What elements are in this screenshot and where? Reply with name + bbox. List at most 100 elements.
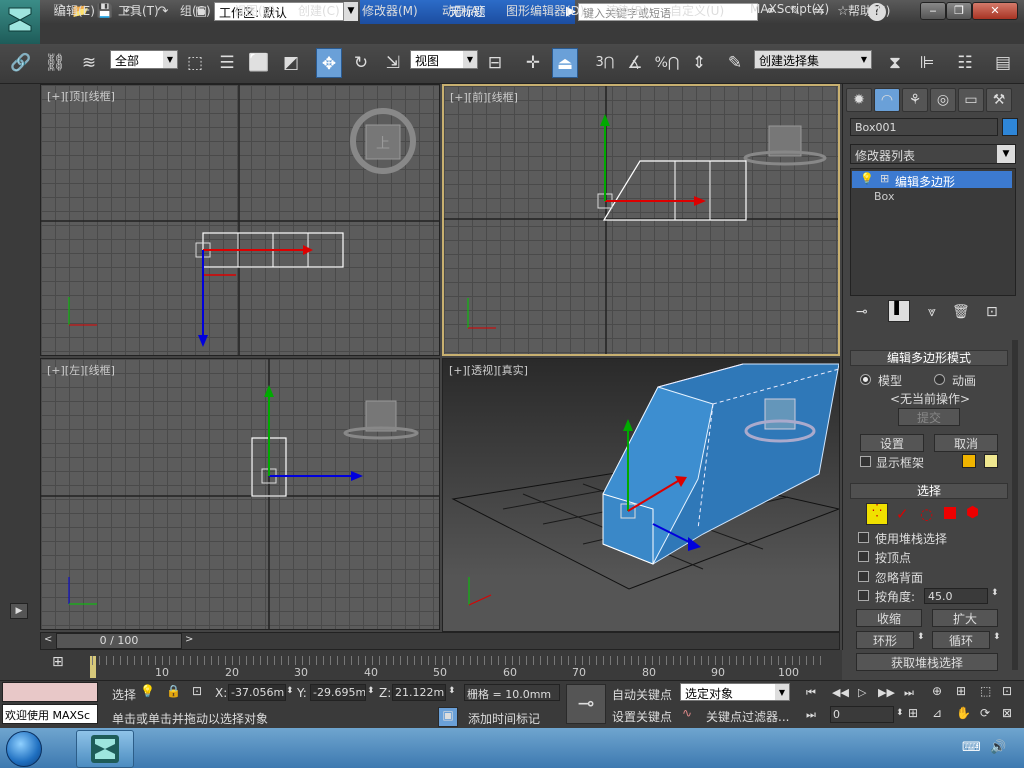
move-icon[interactable]: ✥ <box>316 48 342 78</box>
object-name-field[interactable]: Box001 <box>850 118 998 136</box>
modifier-list-dropdown[interactable]: 修改器列表 ▼ <box>850 144 1016 164</box>
maxscript-listener-top[interactable] <box>2 682 98 702</box>
maximize-button[interactable]: ❐ <box>946 2 972 20</box>
menu-group[interactable]: 组(G) <box>180 2 211 19</box>
loop-spinner-icon[interactable]: ⬍ <box>993 632 1001 642</box>
shrink-button[interactable]: 收缩 <box>856 609 922 627</box>
panel-scrollbar[interactable] <box>1012 340 1018 670</box>
menu-views[interactable]: 视图(V) <box>234 2 276 19</box>
orbit-icon[interactable]: ⟳ <box>980 706 990 720</box>
field-of-view-icon[interactable]: ⊿ <box>932 706 942 720</box>
zoom-extents-all-icon[interactable]: ⊡ <box>1002 684 1012 698</box>
selection-filter-dropdown[interactable]: 全部 ▼ <box>110 50 178 69</box>
go-to-end-icon[interactable]: ⏭ <box>904 686 914 700</box>
motion-tab-icon[interactable]: ◎ <box>930 88 956 112</box>
prev-frame-icon[interactable]: < <box>44 634 52 645</box>
taskbar-3dsmax-button[interactable] <box>76 730 134 768</box>
set-key-button[interactable]: 设置关键点 <box>612 708 672 725</box>
show-cage-checkbox[interactable] <box>860 456 871 467</box>
get-stack-selection-button[interactable]: 获取堆栈选择 <box>856 653 998 671</box>
named-selection-set-dropdown[interactable]: 创建选择集 ▼ <box>754 50 872 69</box>
select-by-name-icon[interactable]: ☰ <box>214 48 240 78</box>
border-mode-icon[interactable]: ◌ <box>920 505 933 523</box>
link-icon[interactable]: 🔗 <box>8 48 34 78</box>
selection-rollout[interactable]: 选择 <box>850 483 1008 499</box>
menu-customize[interactable]: 自定义(U) <box>670 2 724 19</box>
angle-spinner[interactable]: 45.0 <box>924 588 988 604</box>
auto-key-button[interactable]: 自动关键点 <box>612 686 672 703</box>
maxscript-listener[interactable]: 欢迎使用 MAXSc <box>2 704 98 724</box>
bulb-icon[interactable]: 💡 <box>860 172 874 185</box>
menu-create[interactable]: 创建(C) <box>298 2 340 19</box>
layer-manager-icon[interactable]: ☷ <box>952 48 978 78</box>
viewport-label[interactable]: [+][左][线框] <box>47 362 115 378</box>
spinner-arrows-icon[interactable]: ⬍ <box>286 686 294 696</box>
ring-button[interactable]: 环形 <box>856 631 914 649</box>
keyboard-shortcut-icon[interactable]: ⏏ <box>552 48 578 78</box>
ring-spinner-icon[interactable]: ⬍ <box>917 632 925 642</box>
stack-item-box[interactable]: Box <box>874 190 894 203</box>
spinner-arrows-icon[interactable]: ⬍ <box>367 686 375 696</box>
snap-toggle-icon[interactable]: 3⋂ <box>592 48 618 78</box>
percent-snap-icon[interactable]: %⋂ <box>654 48 680 78</box>
grow-button[interactable]: 扩大 <box>932 609 998 627</box>
add-time-tag-button[interactable]: 添加时间标记 <box>468 710 540 727</box>
viewport-perspective[interactable]: [+][透视][真实] <box>442 358 840 632</box>
frame-counter[interactable]: 0 / 100 <box>56 633 182 649</box>
make-unique-icon[interactable]: ⩔ <box>928 304 936 320</box>
zoom-extents-icon[interactable]: ⬚ <box>980 684 991 698</box>
close-button[interactable]: ✕ <box>972 2 1018 20</box>
menu-edit[interactable]: 编辑(E) <box>54 2 95 19</box>
create-tab-icon[interactable]: ✹ <box>846 88 872 112</box>
align-icon[interactable]: ⊫ <box>914 48 940 78</box>
rect-selection-icon[interactable]: ⬜ <box>246 48 272 78</box>
time-tag-icon[interactable]: ▣ <box>438 707 458 727</box>
viewport-label[interactable]: [+][前][线框] <box>450 89 518 105</box>
menu-help[interactable]: 帮助(H) <box>848 2 890 19</box>
spinner-arrows-icon[interactable]: ⬍ <box>448 686 456 696</box>
windows-start-icon[interactable] <box>6 731 42 767</box>
next-frame-icon[interactable]: > <box>185 634 193 645</box>
configure-sets-icon[interactable]: ⊡ <box>986 304 998 320</box>
pan-icon[interactable]: ✋ <box>956 706 971 720</box>
select-manipulate-icon[interactable]: ✛ <box>520 48 546 78</box>
menu-graph-editors[interactable]: 图形编辑器(D) <box>506 2 585 19</box>
maximize-viewport-icon[interactable]: ⊠ <box>1002 706 1012 720</box>
z-coordinate-field[interactable]: 21.122mm <box>392 684 446 701</box>
viewport-top[interactable]: 上 [+][顶][线框] <box>40 84 440 356</box>
mirror-icon[interactable]: ⧗ <box>882 48 908 78</box>
pivot-center-icon[interactable]: ⊟ <box>482 48 508 78</box>
show-end-result-icon[interactable]: ▌ <box>888 300 910 322</box>
key-mode-dropdown[interactable]: 选定对象 ▼ <box>680 683 790 701</box>
cancel-button[interactable]: 取消 <box>934 434 998 452</box>
bind-spacewarp-icon[interactable]: ≋ <box>76 48 102 78</box>
current-frame-field[interactable]: 0 <box>830 706 894 723</box>
keyboard-icon[interactable]: ⌨ <box>962 740 981 755</box>
vertex-mode-icon[interactable]: ⁛ <box>866 503 888 525</box>
use-stack-checkbox[interactable] <box>858 532 869 543</box>
edge-mode-icon[interactable]: ✓ <box>896 505 909 523</box>
menu-maxscript[interactable]: MAXScript(X) <box>750 2 829 16</box>
x-coordinate-field[interactable]: -37.056mm <box>228 684 286 701</box>
mini-curve-editor-icon[interactable]: ⊞ <box>52 654 64 670</box>
app-logo[interactable] <box>0 0 40 44</box>
object-color-swatch[interactable] <box>1002 118 1018 136</box>
remove-modifier-icon[interactable]: 🗑 <box>952 304 970 320</box>
volume-icon[interactable]: 🔊 <box>990 740 1006 755</box>
display-tab-icon[interactable]: ▭ <box>958 88 984 112</box>
element-mode-icon[interactable]: ⬢ <box>966 503 979 521</box>
chevron-down-icon[interactable]: ▼ <box>344 2 358 21</box>
time-config-icon[interactable]: ⊞ <box>908 706 918 720</box>
edit-named-selection-icon[interactable]: ✎ <box>722 48 748 78</box>
hierarchy-tab-icon[interactable]: ⚘ <box>902 88 928 112</box>
next-key-icon[interactable]: ▶▶ <box>878 686 895 699</box>
animate-radio[interactable] <box>934 374 945 385</box>
settings-button[interactable]: 设置 <box>860 434 924 452</box>
key-mode-toggle-icon[interactable]: ⏭ <box>806 708 816 722</box>
spinner-snap-icon[interactable]: ⇕ <box>686 48 712 78</box>
rotate-icon[interactable]: ↻ <box>348 48 374 78</box>
absolute-mode-icon[interactable]: ⊡ <box>192 684 202 698</box>
expand-plus-icon[interactable]: ⊞ <box>880 172 889 185</box>
modify-tab-icon[interactable]: ◠ <box>874 88 900 112</box>
search-input[interactable]: 键入关键字或短语 <box>578 3 758 21</box>
